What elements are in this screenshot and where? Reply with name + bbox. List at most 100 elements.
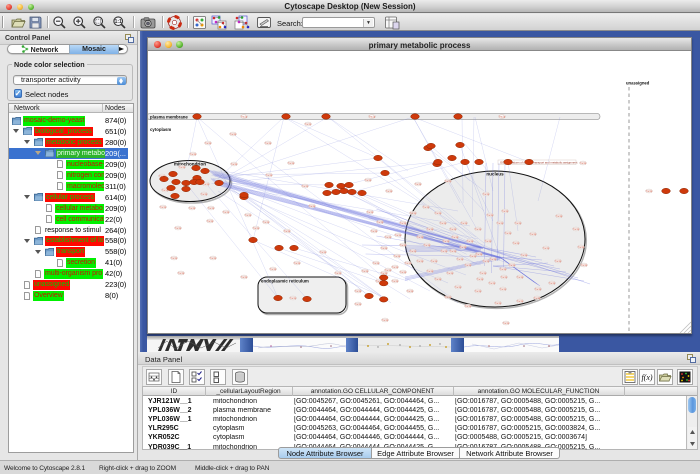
svg-text:Ysc1p: Ysc1p	[371, 231, 378, 233]
svg-text:Ysc1p: Ysc1p	[487, 215, 494, 217]
svg-text:Ysc1p: Ysc1p	[309, 206, 316, 208]
svg-text:Ysc1p: Ysc1p	[253, 228, 260, 230]
svg-text:Ysc1p: Ysc1p	[440, 223, 447, 225]
svg-text:f(x): f(x)	[641, 373, 652, 382]
svg-text:Ysc1p: Ysc1p	[320, 252, 327, 254]
svg-text:Ysc1p: Ysc1p	[445, 181, 452, 183]
svg-text:Ysc1p: Ysc1p	[489, 283, 496, 285]
svg-text:Ysc1p: Ysc1p	[290, 298, 297, 300]
svg-text:Ysc1p: Ysc1p	[580, 163, 587, 165]
svg-text:Ysc1p: Ysc1p	[457, 259, 464, 261]
svg-text:Ysc1p: Ysc1p	[513, 243, 520, 245]
svg-text:Ysc1p: Ysc1p	[373, 263, 380, 265]
svg-text:Ysc1p: Ysc1p	[367, 212, 374, 214]
svg-text:Ysc1p: Ysc1p	[475, 229, 482, 231]
svg-text:Ysc1p: Ysc1p	[555, 261, 562, 263]
svg-text:Ysc1p: Ysc1p	[427, 271, 434, 273]
svg-text:Ysc1p: Ysc1p	[241, 277, 248, 279]
svg-text:Ysc1p: Ysc1p	[485, 241, 492, 243]
svg-text:Ysc1p: Ysc1p	[535, 289, 542, 291]
svg-text:Ysc1p: Ysc1p	[499, 116, 506, 118]
svg-text:unassigned: unassigned	[626, 81, 650, 86]
svg-text:Ysc1p: Ysc1p	[405, 263, 412, 265]
svg-text:Ysc1p: Ysc1p	[515, 223, 522, 225]
svg-text:Ysc1p: Ysc1p	[385, 237, 392, 239]
svg-text:Ysc1p: Ysc1p	[355, 304, 362, 306]
svg-text:cytoplasm: cytoplasm	[150, 127, 171, 132]
svg-text:Ysc1p: Ysc1p	[407, 291, 414, 293]
svg-text:Ysc1p: Ysc1p	[410, 251, 417, 253]
svg-text:Ysc1p: Ysc1p	[382, 320, 389, 322]
svg-text:Ysc1p: Ysc1p	[171, 258, 178, 260]
svg-text:Ysc1p: Ysc1p	[362, 271, 369, 273]
svg-text:Ysc1p: Ysc1p	[178, 273, 185, 275]
svg-text:Ysc1p: Ysc1p	[534, 298, 541, 300]
svg-text:Ysc1p: Ysc1p	[392, 281, 399, 283]
svg-text:Ysc1p: Ysc1p	[470, 256, 477, 258]
svg-text:Ysc1p: Ysc1p	[500, 269, 507, 271]
svg-text:Ysc1p: Ysc1p	[424, 245, 431, 247]
svg-text:Ysc1p: Ysc1p	[335, 273, 342, 275]
svg-text:Ysc1p: Ysc1p	[646, 191, 653, 193]
svg-text:Ysc1p: Ysc1p	[423, 207, 430, 209]
svg-text:Ysc1p: Ysc1p	[465, 306, 472, 308]
svg-text:Ysc1p: Ysc1p	[490, 259, 497, 261]
svg-text:Ysc1p: Ysc1p	[201, 194, 208, 196]
svg-text:Ysc1p: Ysc1p	[400, 245, 407, 247]
svg-text:Ysc1p: Ysc1p	[208, 208, 215, 210]
svg-text:Ysc1p: Ysc1p	[501, 277, 508, 279]
svg-text:Ysc1p: Ysc1p	[476, 254, 483, 256]
svg-text:Ysc1p: Ysc1p	[410, 213, 417, 215]
svg-text:Ysc1p: Ysc1p	[266, 175, 273, 177]
svg-text:Ysc1p: Ysc1p	[210, 258, 217, 260]
svg-text:Ysc1p: Ysc1p	[265, 143, 272, 145]
svg-text:Ysc1p: Ysc1p	[400, 223, 407, 225]
svg-text:Ysc1p: Ysc1p	[502, 211, 509, 213]
svg-text:Ysc1p: Ysc1p	[521, 255, 528, 257]
svg-text:Ysc1p: Ysc1p	[549, 283, 556, 285]
svg-text:Ysc1p: Ysc1p	[443, 241, 450, 243]
svg-text:Ysc1p: Ysc1p	[495, 303, 502, 305]
svg-text:Ysc1p: Ysc1p	[417, 237, 424, 239]
svg-text:Ysc1p: Ysc1p	[377, 222, 384, 224]
svg-text:Ysc1p: Ysc1p	[302, 186, 309, 188]
svg-text:Ysc1p: Ysc1p	[381, 248, 388, 250]
svg-text:Ysc1p: Ysc1p	[505, 233, 512, 235]
svg-text:Ysc1p: Ysc1p	[190, 154, 197, 156]
svg-text:Ysc1p: Ysc1p	[263, 222, 270, 224]
svg-text:Ysc1p: Ysc1p	[205, 143, 212, 145]
svg-text:Ysc1p: Ysc1p	[294, 263, 301, 265]
svg-text:Ysc1p: Ysc1p	[203, 184, 210, 186]
svg-text:Ysc1p: Ysc1p	[231, 164, 238, 166]
svg-text:Ysc1p: Ysc1p	[230, 134, 237, 136]
svg-text:Ysc1p: Ysc1p	[455, 287, 462, 289]
svg-text:Ysc1p: Ysc1p	[270, 269, 277, 271]
svg-text:Ysc1p: Ysc1p	[394, 256, 401, 258]
svg-text:Ysc1p: Ysc1p	[483, 261, 490, 263]
svg-text:Ysc1p: Ysc1p	[207, 221, 214, 223]
svg-text:Ysc1p: Ysc1p	[386, 191, 393, 193]
svg-text:Ysc1p: Ysc1p	[530, 234, 537, 236]
svg-text:plasma membrane: plasma membrane	[150, 114, 188, 119]
svg-text:Ysc1p: Ysc1p	[417, 261, 424, 263]
svg-text:1:1: 1:1	[115, 19, 122, 25]
svg-text:Ysc1p: Ysc1p	[435, 213, 442, 215]
svg-text:Ysc1p: Ysc1p	[427, 229, 434, 231]
svg-text:Ysc1p: Ysc1p	[573, 229, 580, 231]
svg-text:Ysc1p: Ysc1p	[241, 116, 248, 118]
svg-text:Ysc1p: Ysc1p	[435, 279, 442, 281]
svg-text:Ysc1p: Ysc1p	[415, 184, 422, 186]
svg-text:Ysc1p: Ysc1p	[355, 291, 362, 293]
svg-text:Ysc1p: Ysc1p	[475, 291, 482, 293]
svg-text:Ysc1p: Ysc1p	[445, 297, 452, 299]
svg-text:Ysc1p: Ysc1p	[365, 180, 372, 182]
svg-text:Ysc1p: Ysc1p	[381, 273, 388, 275]
svg-text:Ysc1p: Ysc1p	[160, 207, 167, 209]
svg-text:Ysc1p: Ysc1p	[223, 212, 230, 214]
svg-text:Ysc1p: Ysc1p	[400, 272, 407, 274]
svg-text:Ysc1p: Ysc1p	[395, 235, 402, 237]
svg-text:Ysc1p: Ysc1p	[461, 223, 468, 225]
svg-text:Ysc1p: Ysc1p	[431, 261, 438, 263]
svg-text:Ysc1p: Ysc1p	[245, 215, 252, 217]
svg-text:Ysc1p: Ysc1p	[284, 231, 291, 233]
